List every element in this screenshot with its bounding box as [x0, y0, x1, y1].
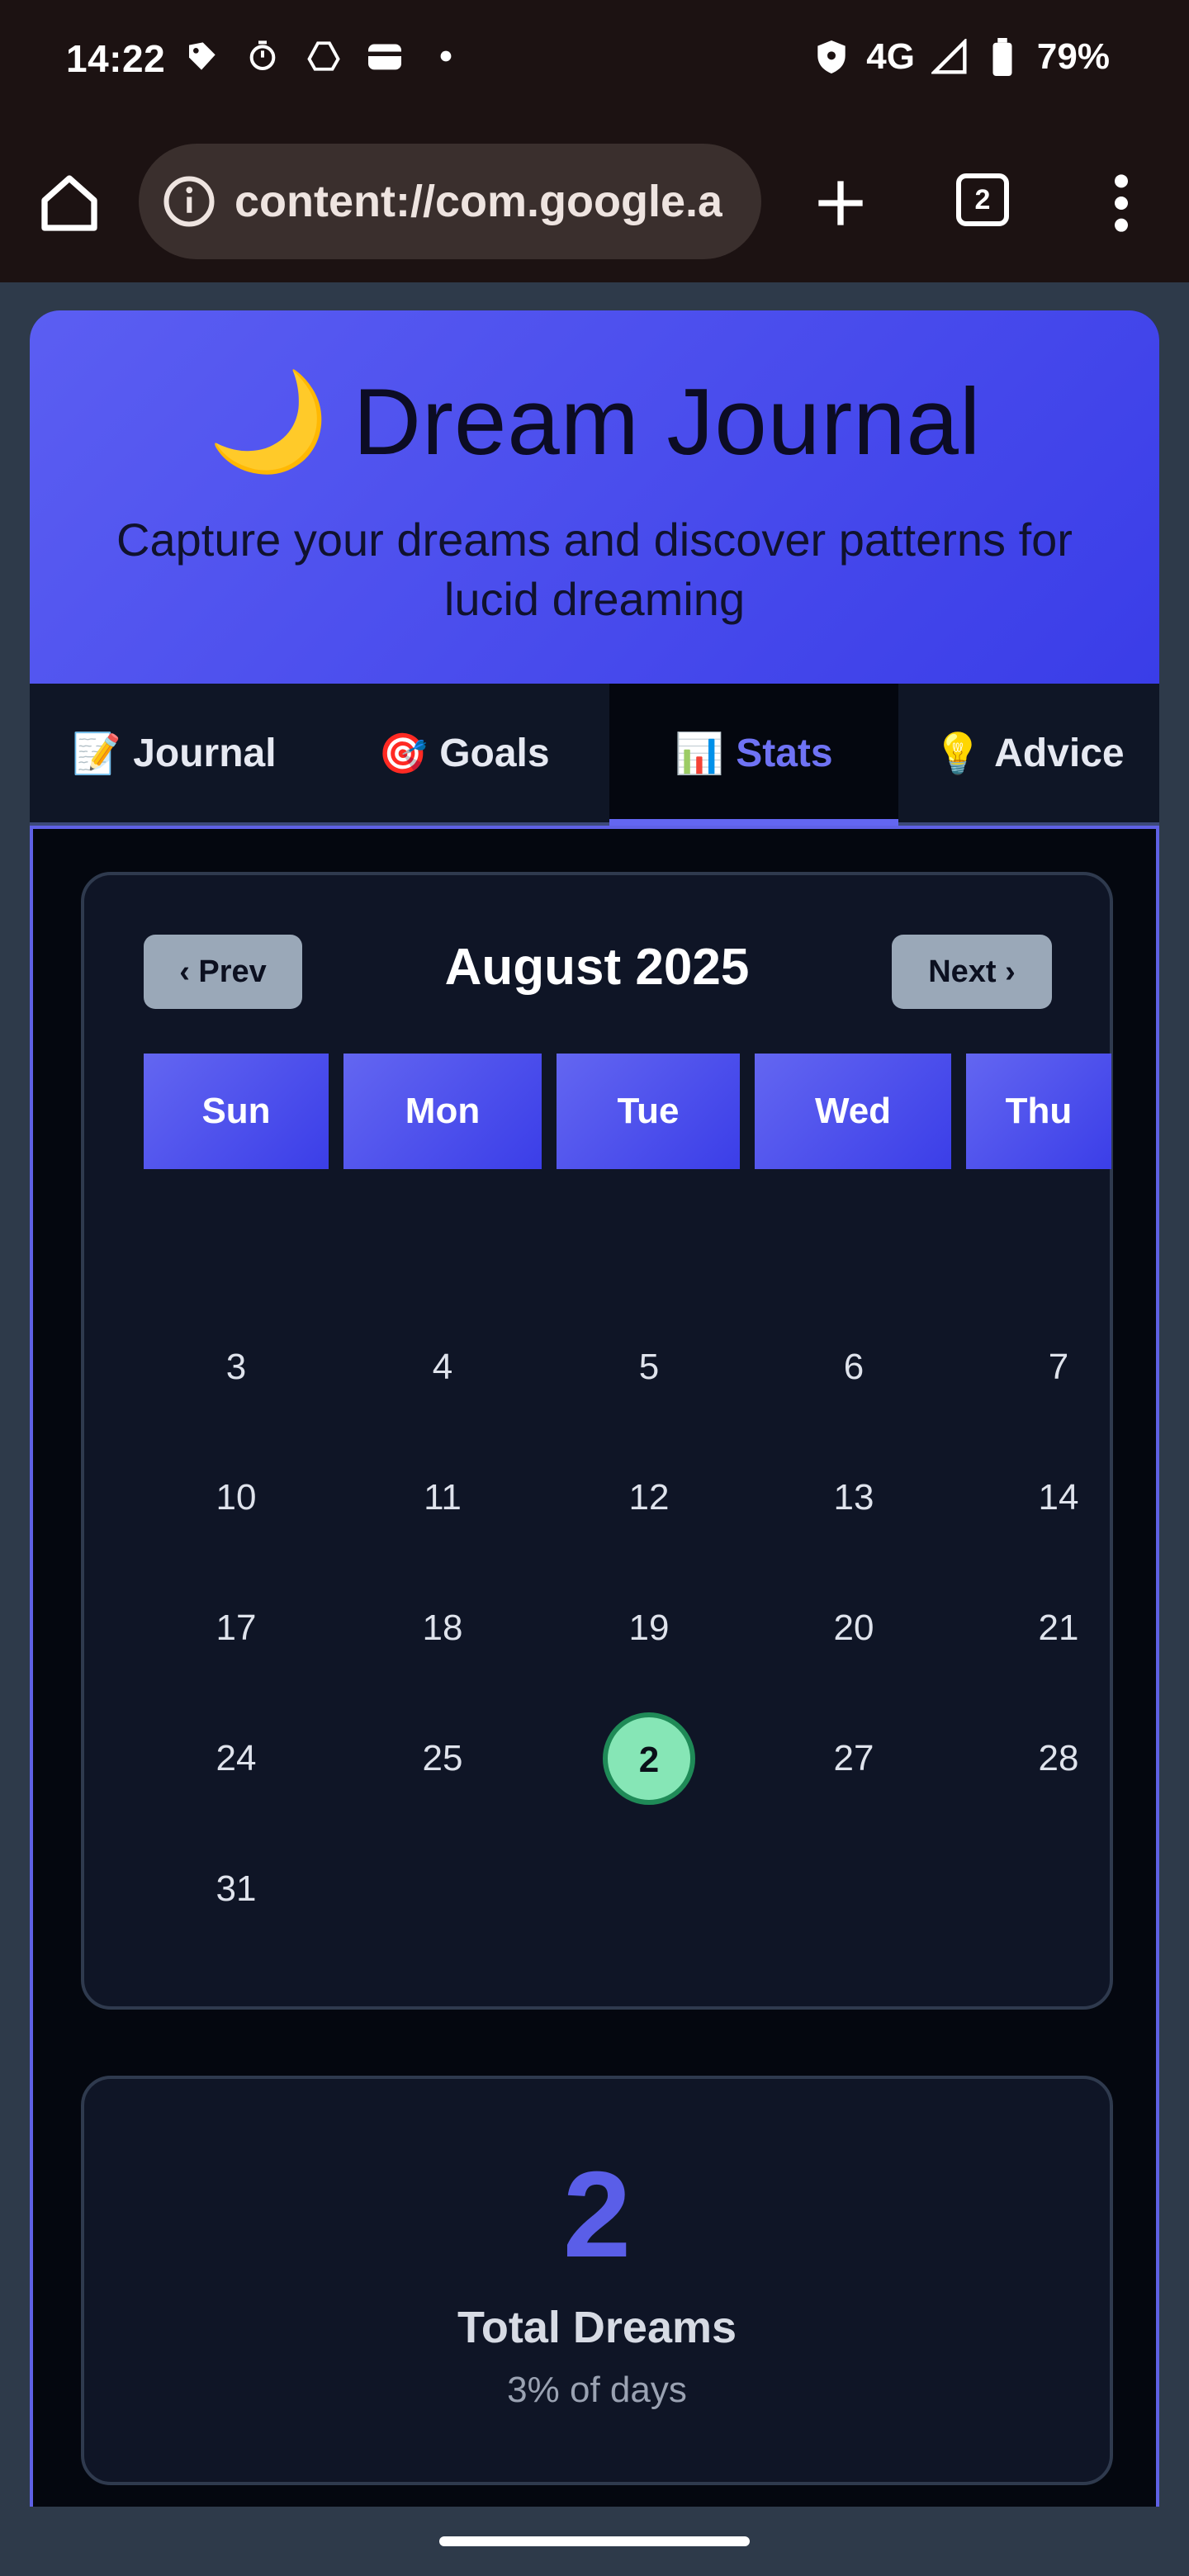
- tab-journal[interactable]: 📝 Journal: [30, 684, 319, 822]
- chart-icon: 📊: [675, 732, 725, 776]
- calendar-day[interactable]: 10: [187, 1473, 286, 1522]
- url-bar[interactable]: content://com.google.a: [139, 144, 761, 259]
- shield-icon: [813, 39, 850, 75]
- total-dreams-label: Total Dreams: [457, 2303, 737, 2352]
- calendar-card: ‹ Prev August 2025 Next › Sun Mon Tue We…: [81, 872, 1113, 2010]
- info-icon[interactable]: [162, 174, 216, 229]
- status-system-icons: 4G 79%: [813, 36, 1110, 78]
- calendar-day[interactable]: 27: [804, 1734, 903, 1783]
- title-text: Dream Journal: [353, 369, 982, 475]
- calendar-day[interactable]: 6: [804, 1342, 903, 1392]
- screen: 14:22 4G 79% content://com.google.a 2 🌙 …: [0, 0, 1189, 2576]
- target-icon: 🎯: [378, 732, 429, 776]
- plus-icon: [818, 181, 863, 225]
- drive-icon: [306, 38, 342, 74]
- status-time: 14:22: [66, 37, 166, 80]
- tab-label: Advice: [994, 731, 1125, 775]
- weekday-header: Mon: [343, 1054, 542, 1169]
- memo-icon: 📝: [72, 732, 122, 776]
- app-container: 🌙 Dream Journal Capture your dreams and …: [30, 310, 1159, 2507]
- total-dreams-value: 2: [562, 2147, 632, 2283]
- weekday-header: Thu: [966, 1054, 1111, 1169]
- weekday-header: Tue: [557, 1054, 740, 1169]
- overflow-menu-button[interactable]: [1105, 170, 1138, 236]
- new-tab-button[interactable]: [808, 170, 874, 236]
- tab-label: Journal: [133, 731, 277, 775]
- calendar-day[interactable]: 13: [804, 1473, 903, 1522]
- lightbulb-icon: 💡: [933, 732, 983, 776]
- weekday-header: Sun: [144, 1054, 329, 1169]
- calendar-day[interactable]: 21: [1009, 1603, 1108, 1653]
- calendar-day[interactable]: 20: [804, 1603, 903, 1653]
- home-icon: [41, 175, 97, 231]
- tab-stats[interactable]: 📊 Stats: [609, 684, 898, 826]
- more-vert-icon: [1115, 174, 1128, 232]
- timer-icon: [244, 38, 281, 74]
- status-notification-icons: [183, 38, 464, 74]
- next-month-button[interactable]: Next ›: [892, 935, 1052, 1009]
- tab-label: Goals: [439, 731, 550, 775]
- web-page: 🌙 Dream Journal Capture your dreams and …: [0, 282, 1189, 2507]
- calendar-day[interactable]: 17: [187, 1603, 286, 1653]
- stats-panel: ‹ Prev August 2025 Next › Sun Mon Tue We…: [30, 826, 1159, 2507]
- calendar-day[interactable]: 25: [393, 1734, 492, 1783]
- calendar-day[interactable]: 11: [393, 1473, 492, 1522]
- tab-bar: 📝 Journal 🎯 Goals 📊 Stats 💡 Advice: [30, 684, 1159, 826]
- calendar-day[interactable]: 18: [393, 1603, 492, 1653]
- battery-icon: [984, 38, 1021, 76]
- calendar-day[interactable]: 14: [1009, 1473, 1108, 1522]
- url-text: content://com.google.a: [234, 177, 723, 226]
- network-type: 4G: [866, 36, 915, 77]
- calendar-day[interactable]: 12: [599, 1473, 699, 1522]
- page-subtitle: Capture your dreams and discover pattern…: [116, 514, 1073, 625]
- calendar-day[interactable]: 7: [1009, 1342, 1108, 1392]
- app-header: 🌙 Dream Journal Capture your dreams and …: [30, 310, 1159, 684]
- calendar-day-highlighted[interactable]: 2: [603, 1712, 695, 1805]
- system-navigation-bar: [0, 2507, 1189, 2576]
- browser-toolbar: content://com.google.a 2: [0, 124, 1189, 282]
- calendar-day[interactable]: 19: [599, 1603, 699, 1653]
- tab-switcher-button[interactable]: 2: [956, 173, 1009, 226]
- total-dreams-subtext: 3% of days: [507, 2370, 687, 2410]
- calendar-day[interactable]: 3: [187, 1342, 286, 1392]
- signal-icon: [931, 39, 968, 75]
- weekday-header: Wed: [755, 1054, 951, 1169]
- battery-percent: 79%: [1036, 36, 1110, 77]
- tag-icon: [183, 38, 220, 74]
- total-dreams-card: 2 Total Dreams 3% of days: [81, 2076, 1113, 2485]
- home-button[interactable]: [36, 170, 102, 236]
- page-title: 🌙 Dream Journal: [30, 365, 1159, 479]
- calendar-day[interactable]: 31: [187, 1864, 286, 1914]
- calendar-day[interactable]: 5: [599, 1342, 699, 1392]
- gesture-handle[interactable]: [439, 2536, 750, 2546]
- wallet-icon: [367, 38, 403, 74]
- calendar-day[interactable]: 24: [187, 1734, 286, 1783]
- tab-goals[interactable]: 🎯 Goals: [319, 684, 609, 822]
- status-bar: 14:22 4G 79%: [0, 0, 1189, 124]
- calendar-day[interactable]: 28: [1009, 1734, 1108, 1783]
- calendar-day[interactable]: 4: [393, 1342, 492, 1392]
- moon-icon: 🌙: [207, 367, 330, 476]
- tab-label: Stats: [736, 731, 833, 775]
- tab-advice[interactable]: 💡 Advice: [898, 684, 1159, 822]
- dot-icon: [428, 38, 464, 74]
